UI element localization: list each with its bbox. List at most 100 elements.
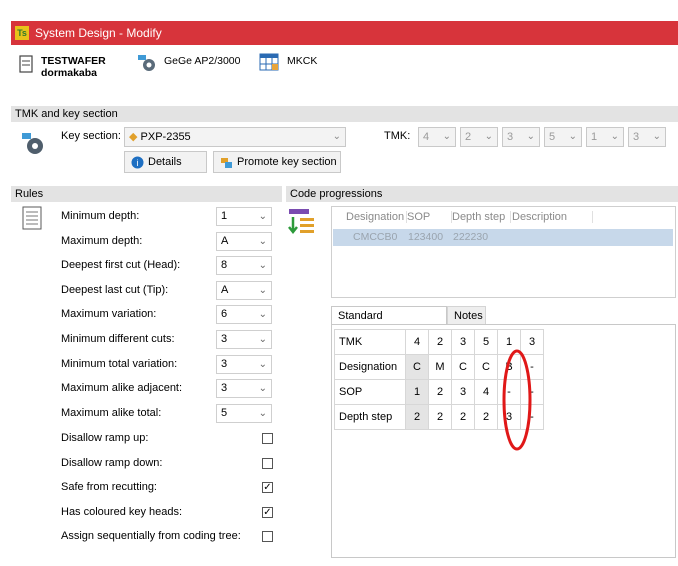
tmk-select-0[interactable]: 4 ⌄	[418, 127, 456, 147]
tmk-select-3[interactable]: 5 ⌄	[544, 127, 582, 147]
tmk-value: 2	[465, 131, 472, 143]
checkbox[interactable]	[262, 433, 273, 444]
chevron-down-icon: ⌄	[610, 131, 619, 142]
check-label: Has coloured key heads:	[61, 505, 183, 518]
tmk-select-4[interactable]: 1 ⌄	[586, 127, 624, 147]
chevron-down-icon: ⌄	[332, 131, 341, 142]
tab-notes[interactable]: Notes	[447, 306, 486, 324]
chevron-down-icon: ⌄	[258, 235, 267, 247]
code-progressions-table[interactable]: Designation SOP Depth step Description CMCC…	[331, 206, 676, 298]
rule-label: Minimum different cuts:	[61, 333, 175, 345]
column-header[interactable]: Depth step	[452, 211, 511, 223]
info-icon: i	[131, 156, 144, 168]
checkbox[interactable]	[262, 457, 273, 469]
system-info[interactable]: TESTWAFER dormakaba	[19, 55, 106, 79]
row-label: SOP	[334, 379, 406, 405]
tmk-value: 4	[423, 131, 430, 143]
tmk-value: 5	[549, 131, 556, 143]
table-cell: 222230	[453, 231, 489, 243]
tmk-select-5[interactable]: 3 ⌄	[628, 127, 666, 147]
key-section-label: Key section:	[61, 130, 121, 142]
system-company: dormakaba	[41, 67, 98, 79]
check-label: Safe from recutting:	[61, 481, 157, 493]
grid-cell: 2	[428, 329, 452, 355]
details-button-label: Details	[148, 156, 182, 168]
rule-select[interactable]: 3 ⌄	[216, 354, 272, 374]
mkck-info[interactable]: MKCK	[259, 53, 317, 71]
rule-select[interactable]: 8 ⌄	[216, 256, 272, 276]
title-bar: Ts System Design - Modify	[11, 21, 678, 45]
key-icon: ◆	[129, 131, 138, 143]
rule-label: Maximum depth:	[61, 234, 143, 247]
grid-cell: M	[428, 354, 452, 380]
chevron-down-icon: ⌄	[258, 211, 267, 222]
tab-standard-progression[interactable]: Standard progression	[331, 306, 447, 340]
list-document-icon	[22, 206, 42, 230]
tmk-value: 1	[591, 131, 598, 143]
grid-cell: 4	[405, 329, 429, 355]
table-row[interactable]: CMCCB0 123400 222230	[333, 229, 673, 246]
rule-value: 5	[221, 406, 228, 419]
chevron-down-icon: ⌄	[258, 407, 267, 419]
rule-label: Maximum variation:	[61, 308, 157, 321]
column-header[interactable]: Description	[512, 211, 593, 223]
grid-cell: 4	[474, 379, 498, 405]
window-title: System Design - Modify	[35, 26, 162, 40]
chevron-down-icon: ⌄	[258, 309, 267, 321]
rule-value: 3	[221, 333, 228, 345]
details-button[interactable]: i Details	[124, 151, 207, 173]
tmk-section-header: TMK and key section	[11, 106, 678, 122]
rule-label: Deepest first cut (Head):	[61, 259, 181, 272]
checkbox[interactable]: ✓	[262, 506, 273, 518]
check-label: Disallow ramp down:	[61, 456, 163, 469]
document-icon	[19, 55, 33, 73]
gear-key-icon	[138, 55, 155, 71]
rule-select[interactable]: 5 ⌄	[216, 403, 272, 423]
rule-value: A	[221, 283, 229, 296]
check-label: Disallow ramp up:	[61, 432, 149, 444]
svg-text:i: i	[137, 158, 139, 168]
promote-key-section-button[interactable]: Promote key section	[213, 151, 341, 173]
chevron-down-icon: ⌄	[484, 131, 493, 142]
chevron-down-icon: ⌄	[258, 260, 267, 272]
system-name: TESTWAFER	[41, 55, 106, 67]
tmk-select-1[interactable]: 2 ⌄	[460, 127, 498, 147]
grid-cell: 2	[405, 404, 429, 430]
tmk-select-2[interactable]: 3 ⌄	[502, 127, 540, 147]
rule-select[interactable]: 3 ⌄	[216, 330, 272, 349]
grid-cell: 1	[405, 379, 429, 405]
key-section-value: PXP-2355	[140, 131, 191, 143]
check-label: Assign sequentially from coding tree:	[61, 530, 241, 542]
info-bar: TESTWAFER dormakaba GeGe AP2/3000 MKCK	[11, 45, 678, 101]
rule-value: A	[221, 234, 229, 247]
column-header[interactable]: SOP	[407, 211, 452, 223]
grid-cell: 5	[474, 329, 498, 355]
rule-select[interactable]: A ⌄	[216, 280, 272, 300]
rule-value: 8	[221, 259, 228, 272]
tmk-label: TMK:	[384, 130, 411, 142]
promote-button-label: Promote key section	[237, 156, 337, 168]
rule-label: Deepest last cut (Tip):	[61, 283, 169, 296]
table-cell: 123400	[408, 231, 444, 243]
progression-list-icon	[288, 209, 314, 235]
rule-label: Minimum total variation:	[61, 357, 178, 370]
row-label: TMK	[334, 329, 406, 355]
column-header[interactable]: Designation	[346, 211, 407, 223]
tmk-value: 3	[633, 131, 640, 143]
key-section-select[interactable]: ◆ PXP-2355 ⌄	[124, 127, 346, 147]
rule-label: Maximum alike total:	[61, 406, 162, 419]
grid-cell: 2	[474, 404, 498, 430]
rule-select[interactable]: 6 ⌄	[216, 305, 272, 325]
table-cell: CMCCB0	[353, 231, 398, 243]
tmk-value: 3	[507, 131, 514, 143]
checkbox[interactable]: ✓	[262, 482, 273, 493]
chevron-down-icon: ⌄	[258, 358, 267, 370]
product-info[interactable]: GeGe AP2/3000	[136, 53, 240, 73]
chevron-down-icon: ⌄	[258, 383, 267, 395]
rule-select[interactable]: 3 ⌄	[216, 379, 272, 399]
rule-select[interactable]: 1 ⌄	[216, 207, 272, 226]
rule-select[interactable]: A ⌄	[216, 231, 272, 251]
product-name: GeGe AP2/3000	[164, 55, 241, 67]
checkbox[interactable]	[262, 531, 273, 542]
rules-header: Rules	[11, 186, 282, 202]
